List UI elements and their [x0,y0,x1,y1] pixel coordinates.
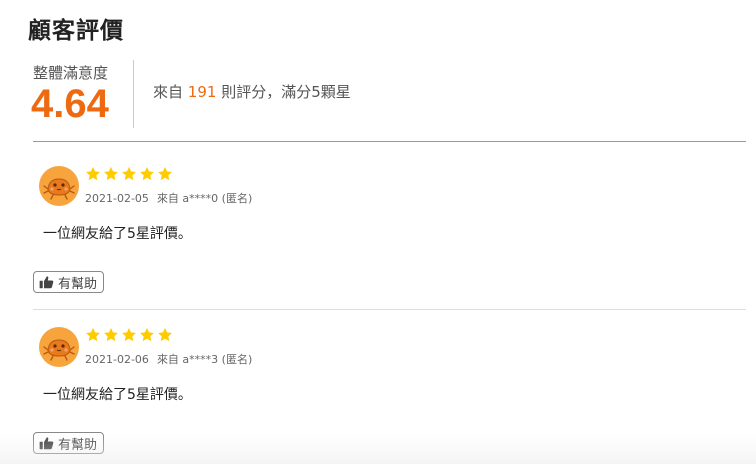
overall-satisfaction-label: 整體滿意度 [33,64,109,82]
review-date: 2021-02-06 [85,353,149,366]
orange-crab-avatar-icon [39,166,79,206]
rating-count: 191 [187,83,217,101]
review-body: 一位網友給了5星評價。 [43,387,192,403]
star-icon [104,328,118,342]
overall-score: 4.64 [31,82,109,126]
helpful-button[interactable]: 有幫助 [33,432,105,454]
helpful-button[interactable]: 有幫助 [33,271,105,293]
star-icon [104,167,118,181]
star-icon [122,328,136,342]
review-meta: 2021-02-06 來自 a****3 (匿名) [85,352,252,368]
helpful-label: 有幫助 [58,437,98,453]
customer-reviews-panel: 顧客評價 整體滿意度 4.64 來自 191 則評分，滿分5顆星 2021-02… [0,0,756,464]
star-icon [86,167,100,181]
star-icon [140,328,154,342]
star-rating [85,327,175,345]
star-icon [158,167,172,181]
thumbs-up-icon [39,437,54,450]
star-rating [85,166,175,184]
header-divider [33,141,746,142]
review-meta: 2021-02-05 來自 a****0 (匿名) [85,191,252,207]
rating-count-suffix: 則評分，滿分5顆星 [221,83,351,101]
helpful-label: 有幫助 [58,276,98,292]
review-date: 2021-02-05 [85,192,149,205]
orange-crab-avatar-icon [39,327,79,367]
rating-count-text: 來自 191 則評分，滿分5顆星 [153,81,351,103]
star-icon [86,328,100,342]
review-source: 來自 a****3 (匿名) [156,353,253,366]
star-icon [140,167,154,181]
page-title: 顧客評價 [28,18,124,44]
star-icon [158,328,172,342]
thumbs-up-icon [39,276,54,289]
star-icon [122,167,136,181]
review-body: 一位網友給了5星評價。 [43,226,192,242]
review-source: 來自 a****0 (匿名) [156,192,253,205]
rating-count-prefix: 來自 [153,83,184,101]
review-item: 2021-02-06 來自 a****3 (匿名) 一位網友給了5星評價。 有幫助 [33,311,746,464]
review-divider [33,309,746,310]
review-item: 2021-02-05 來自 a****0 (匿名) 一位網友給了5星評價。 有幫助 [33,150,746,310]
summary-divider [133,60,134,128]
